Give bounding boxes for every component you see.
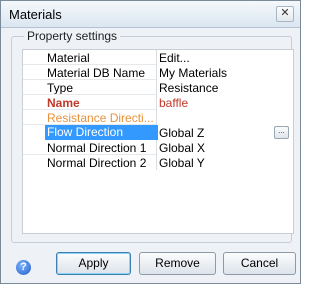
property-name: Name [47,96,80,110]
property-row-resistance-direction[interactable]: Resistance Directi... [23,110,293,125]
ellipsis-icon: ... [278,126,285,135]
property-value[interactable]: Global Y [159,156,205,170]
property-name: Material DB Name [47,66,146,80]
group-label: Property settings [24,29,121,43]
remove-button[interactable]: Remove [139,252,216,275]
property-row-normal-direction-2[interactable]: Normal Direction 2 Global Y [23,155,293,170]
apply-button[interactable]: Apply [56,252,131,275]
property-name: Material [47,51,90,65]
property-grid[interactable]: Material Edit... Material DB Name My Mat… [22,49,294,234]
property-value[interactable]: baffle [159,96,188,110]
property-row-flow-direction[interactable]: Flow Direction Global Z ... [23,125,293,140]
property-row-type[interactable]: Type Resistance [23,80,293,95]
property-value[interactable]: Global X [159,141,205,155]
property-value[interactable]: Resistance [159,81,218,95]
close-button[interactable]: ✕ [276,6,294,22]
property-row-normal-direction-1[interactable]: Normal Direction 1 Global X [23,140,293,155]
close-icon: ✕ [280,7,290,19]
help-icon[interactable]: ? [16,260,31,275]
title-bar: Materials ✕ [1,1,300,28]
property-row-material-db-name[interactable]: Material DB Name My Materials [23,65,293,80]
window-title: Materials [9,7,62,22]
property-name: Normal Direction 1 [47,141,147,155]
property-name: Flow Direction [45,125,158,140]
browse-button[interactable]: ... [274,126,289,139]
property-row-name[interactable]: Name baffle [23,95,293,110]
property-name: Type [47,81,74,95]
property-name: Normal Direction 2 [47,156,147,170]
property-value[interactable]: My Materials [159,66,227,80]
cancel-button[interactable]: Cancel [223,252,296,275]
property-row-material[interactable]: Material Edit... [23,50,293,65]
property-settings-group: Property settings Material Edit... Mater… [11,29,294,243]
property-value[interactable]: Edit... [159,51,190,65]
materials-dialog: Materials ✕ Property settings Material E… [0,0,301,284]
dialog-client: Property settings Material Edit... Mater… [6,28,296,278]
property-value[interactable]: Global Z [159,126,204,140]
property-name: Resistance Directi... [47,111,153,125]
